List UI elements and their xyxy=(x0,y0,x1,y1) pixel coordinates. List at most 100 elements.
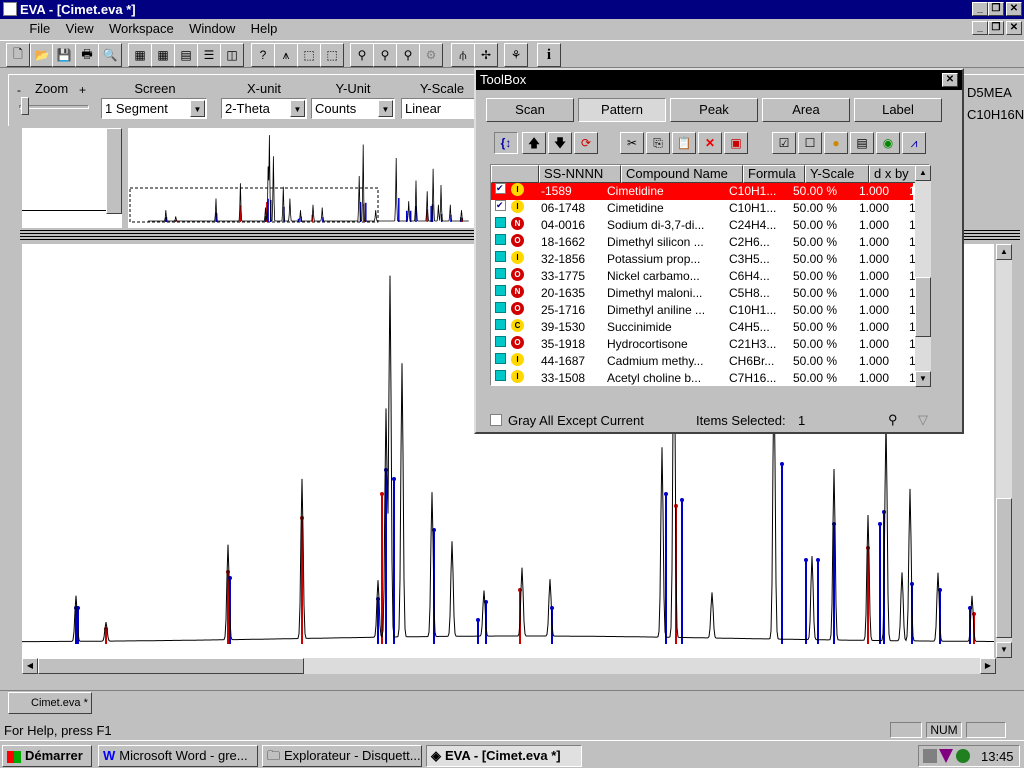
move-down-icon[interactable]: 🡇 xyxy=(548,132,572,154)
color-swatch-icon[interactable] xyxy=(495,319,506,330)
search-icon-2[interactable]: ⚲ xyxy=(373,43,397,67)
search-icon-3[interactable]: ⚲ xyxy=(396,43,420,67)
start-button[interactable]: Démarrer xyxy=(2,745,92,767)
list-item[interactable]: I 32-1856 Potassium prop... C3H5... 50.00 % 1… xyxy=(491,251,926,268)
col-header-formula[interactable]: Formula xyxy=(743,165,805,183)
list-item[interactable]: C39-1530SuccinimideC4H5...50.00 %1.0001.… xyxy=(491,319,926,336)
list-item[interactable]: O 35-1918 Hydrocortisone C21H3... 50.00 % 1.0… xyxy=(491,336,926,353)
list-vscroll-thumb[interactable] xyxy=(915,277,931,337)
layout-icon-4[interactable]: ☰ xyxy=(197,43,221,67)
info-icon[interactable]: i xyxy=(537,43,561,67)
list-item[interactable]: ✔I06-1748CimetidineC10H1...50.00 %1.0001… xyxy=(491,200,926,217)
doc-close-button[interactable]: ✕ xyxy=(1006,21,1022,35)
copy-icon[interactable]: ⎘ xyxy=(646,132,670,154)
restore-button[interactable]: ❐ xyxy=(988,2,1004,16)
print-preview-icon[interactable]: 🔍 xyxy=(98,43,122,67)
list-item[interactable]: N 04-0016 Sodium di-3,7-di... C24H4... 50.00… xyxy=(491,217,926,234)
checked-box-icon[interactable]: ✔ xyxy=(495,183,506,194)
color-swatch-icon[interactable] xyxy=(495,336,506,347)
chevron-down-icon[interactable]: ▼ xyxy=(378,100,393,117)
axis-tool-icon[interactable]: ✢ xyxy=(474,43,498,67)
list-item[interactable]: O 33-1775 Nickel carbamo... C6H4... 50.00 % 1… xyxy=(491,268,926,285)
print-icon[interactable]: 🖶 xyxy=(75,43,99,67)
tab-pattern[interactable]: Pattern xyxy=(578,98,666,122)
menu-window[interactable]: Window xyxy=(183,19,241,38)
tab-label[interactable]: Label xyxy=(854,98,942,122)
color-icon[interactable]: ● xyxy=(824,132,848,154)
task-eva[interactable]: ◈ EVA - [Cimet.eva *] xyxy=(426,745,582,767)
vscroll-thumb[interactable] xyxy=(996,498,1012,638)
properties-icon[interactable]: ▤ xyxy=(850,132,874,154)
minimize-button[interactable]: _ xyxy=(972,2,988,16)
tab-peak[interactable]: Peak xyxy=(670,98,758,122)
tab-scan[interactable]: Scan xyxy=(486,98,574,122)
menu-workspace[interactable]: Workspace xyxy=(103,19,180,38)
open-icon[interactable]: 📂 xyxy=(30,43,54,67)
plot-hscrollbar[interactable]: ◀ ▶ xyxy=(22,658,996,674)
gray-all-checkbox[interactable] xyxy=(490,414,502,426)
doc-restore-button[interactable]: ❐ xyxy=(988,21,1004,35)
scroll-left-icon[interactable]: ◀ xyxy=(22,658,38,674)
task-explorer[interactable]: 🗀 Explorateur - Disquett... xyxy=(262,745,422,767)
move-up-icon[interactable]: 🡅 xyxy=(522,132,546,154)
col-header-ssnnnn[interactable]: SS-NNNN xyxy=(539,165,621,183)
toolbox-title-bar[interactable]: ToolBox xyxy=(476,70,962,90)
search-db-icon[interactable]: ◉ xyxy=(876,132,900,154)
app-icon[interactable] xyxy=(3,2,17,16)
yunit-select[interactable]: Counts ▼ xyxy=(311,98,395,119)
color-swatch-icon[interactable] xyxy=(495,353,506,364)
refresh-icon[interactable]: ⟳ xyxy=(574,132,598,154)
layout-icon-3[interactable]: ▤ xyxy=(174,43,198,67)
tray-icon-2[interactable] xyxy=(939,749,953,763)
pin-icon[interactable]: ⚲ xyxy=(888,412,898,428)
layout-icon-2[interactable]: ▦ xyxy=(151,43,175,67)
list-item[interactable]: O 25-1716 Dimethyl aniline ... C10H1... 50.0… xyxy=(491,302,926,319)
color-swatch-icon[interactable] xyxy=(495,268,506,279)
list-scroll-down-icon[interactable]: ▼ xyxy=(915,371,931,387)
xunit-select[interactable]: 2-Theta ▼ xyxy=(221,98,307,119)
layout-icon-1[interactable]: ▦ xyxy=(128,43,152,67)
zoom-slider-thumb[interactable] xyxy=(21,97,29,115)
overview-plot[interactable] xyxy=(128,128,474,228)
new-icon[interactable]: 🗋 xyxy=(6,43,30,67)
zoom-track[interactable] xyxy=(19,105,89,109)
tab-area[interactable]: Area xyxy=(762,98,850,122)
delete-icon[interactable]: ✕ xyxy=(698,132,722,154)
menu-view[interactable]: View xyxy=(60,19,100,38)
col-header-compound[interactable]: Compound Name xyxy=(621,165,743,183)
chevron-down-icon[interactable]: ▼ xyxy=(190,100,205,117)
color-swatch-icon[interactable] xyxy=(495,370,506,381)
color-swatch-icon[interactable] xyxy=(495,234,506,245)
measure-icon[interactable]: ⫛ xyxy=(451,43,475,67)
color-swatch-icon[interactable] xyxy=(495,302,506,313)
color-swatch-icon[interactable] xyxy=(495,285,506,296)
area-tool-icon[interactable]: ⬚ xyxy=(320,43,344,67)
check-all-icon[interactable]: ☑ xyxy=(772,132,796,154)
col-header-dxby[interactable]: d x by xyxy=(869,165,919,183)
menu-file[interactable]: File xyxy=(23,19,56,38)
layout-icon-5[interactable]: ◫ xyxy=(220,43,244,67)
globe-icon[interactable] xyxy=(956,749,970,763)
color-swatch-icon[interactable] xyxy=(495,251,506,262)
scroll-down-icon[interactable]: ▼ xyxy=(996,642,1012,658)
hscroll-thumb[interactable] xyxy=(38,658,304,674)
list-item[interactable]: I 33-1508 Acetyl choline b... C7H16... 50.00… xyxy=(491,370,926,387)
search-match-icon[interactable]: ⚲ xyxy=(350,43,374,67)
yscale-select[interactable]: Linear xyxy=(401,98,483,119)
scroll-up-icon[interactable]: ▲ xyxy=(996,244,1012,260)
peak-tool-icon[interactable]: ⩚ xyxy=(274,43,298,67)
task-word[interactable]: W Microsoft Word - gre... xyxy=(98,745,258,767)
menu-help[interactable]: Help xyxy=(245,19,284,38)
select-tool-icon[interactable]: ⬚ xyxy=(297,43,321,67)
chart-icon[interactable]: ⩘ xyxy=(902,132,926,154)
list-item[interactable]: ✔I-1589CimetidineC10H1...50.00 %1.0001.5 xyxy=(491,183,926,200)
save-icon[interactable]: 💾 xyxy=(52,43,76,67)
plot-vscrollbar[interactable]: ▲ ▼ xyxy=(996,244,1012,658)
screen-select[interactable]: 1 Segment ▼ xyxy=(101,98,207,119)
list-scroll-up-icon[interactable]: ▲ xyxy=(915,165,931,181)
document-tab[interactable]: Cimet.eva * xyxy=(8,692,92,714)
scroll-right-icon[interactable]: ▶ xyxy=(980,658,996,674)
tree-icon[interactable]: ⚘ xyxy=(504,43,528,67)
list-item[interactable]: I 44-1687 Cadmium methy... CH6Br... 50.00 % 1… xyxy=(491,353,926,370)
doc-minimize-button[interactable]: _ xyxy=(972,21,988,35)
